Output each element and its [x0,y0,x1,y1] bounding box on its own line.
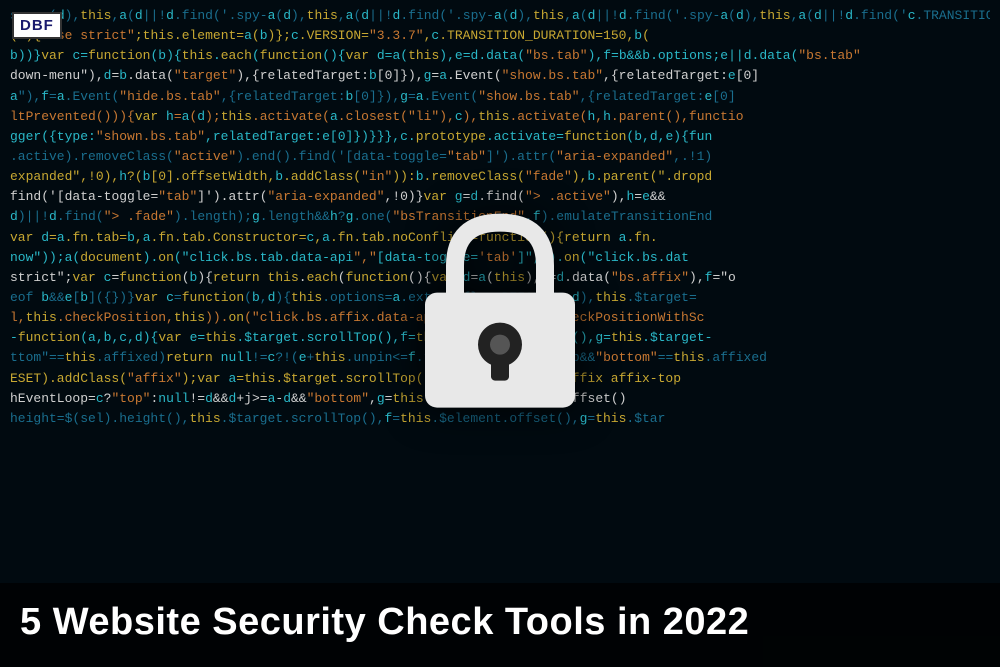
code-line: gger({type:"shown.bs.tab",relatedTarget:… [10,127,990,147]
lock-icon-container [400,197,600,417]
code-line: down-menu"),d=b.data("target"),{relatedT… [10,66,990,86]
code-line: .active).removeClass("active").end().fin… [10,147,990,167]
logo-text: DBF [20,17,54,34]
code-line: a"),f=a.Event("hide.bs.tab",{relatedTarg… [10,87,990,107]
page-title: 5 Website Security Check Tools in 2022 [20,601,980,645]
dbf-logo: DBF [12,12,62,39]
bottom-title-bar: 5 Website Security Check Tools in 2022 [0,583,1000,667]
code-line: ltPrevented())){var h=a(d);this.activate… [10,107,990,127]
code-line: spy-a(d),this,a(d||!d.find('.spy-a(d),th… [10,6,990,26]
code-line: b))}var c=function(b){this.each(function… [10,46,990,66]
code-line: (a){"use strict";this.element=a(b)};c.VE… [10,26,990,46]
code-line: expanded",!0),h?(b[0].offsetWidth,b.addC… [10,167,990,187]
padlock-icon [400,197,600,417]
